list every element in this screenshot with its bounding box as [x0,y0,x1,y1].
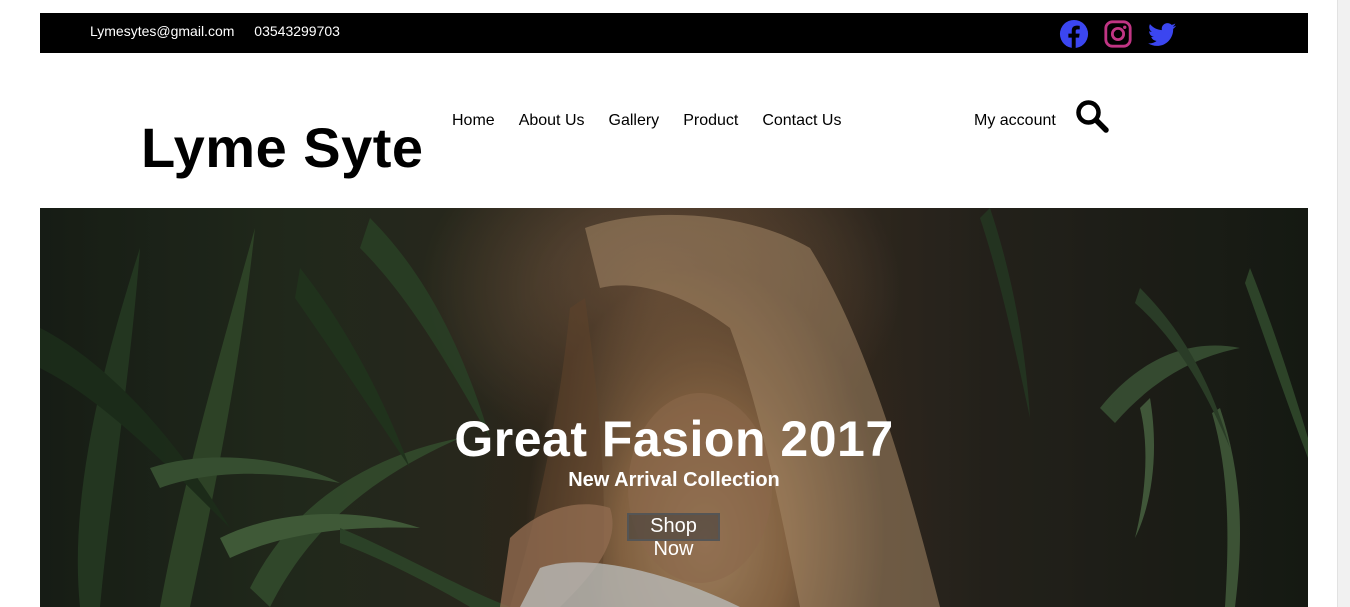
search-icon[interactable] [1075,99,1109,133]
shop-now-button[interactable]: Shop Now [627,513,720,560]
main-nav: Home About Us Gallery Product Contact Us [452,112,841,130]
contact-email[interactable]: Lymesytes@gmail.com [90,23,234,39]
site-logo[interactable]: Lyme Syte [141,115,424,180]
nav-home[interactable]: Home [452,112,495,130]
nav-product[interactable]: Product [683,112,738,130]
contact-info: Lymesytes@gmail.com 03543299703 [90,23,356,39]
instagram-icon[interactable] [1102,19,1134,49]
top-contact-bar: Lymesytes@gmail.com 03543299703 [40,13,1308,53]
nav-contact-us[interactable]: Contact Us [762,112,841,130]
twitter-icon[interactable] [1146,19,1178,49]
hero-banner: Great Fasion 2017 New Arrival Collection… [40,208,1308,607]
hero-title: Great Fasion 2017 [454,411,894,467]
my-account-link[interactable]: My account [974,112,1056,130]
facebook-icon[interactable] [1058,19,1090,49]
nav-about-us[interactable]: About Us [519,112,585,130]
nav-gallery[interactable]: Gallery [609,112,660,130]
hero-subtitle: New Arrival Collection [568,469,780,491]
page-scrollbar[interactable] [1337,0,1350,607]
contact-phone[interactable]: 03543299703 [254,23,340,39]
